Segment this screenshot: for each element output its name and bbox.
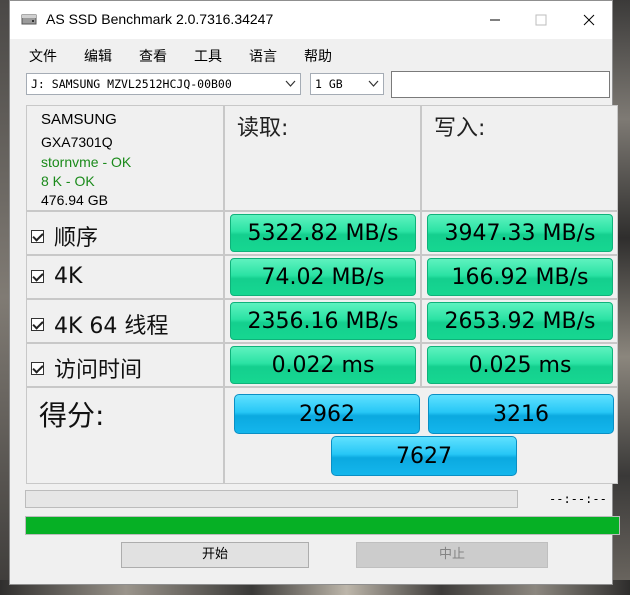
drive-info-cell: SAMSUNG GXA7301Q stornvme - OK 8 K - OK … <box>26 105 224 211</box>
row-4k64-read-cell: 2356.16 MB/s <box>224 299 421 343</box>
menu-edit[interactable]: 编辑 <box>84 46 112 66</box>
write-column-title: 写入: <box>434 116 486 141</box>
4k64-test-toggle[interactable]: 4K 64 线程 <box>31 308 168 340</box>
desktop-background-left <box>0 0 9 595</box>
menu-file[interactable]: 文件 <box>29 46 57 66</box>
maximize-button[interactable] <box>518 1 564 39</box>
window-title: AS SSD Benchmark 2.0.7316.34247 <box>46 11 274 27</box>
close-icon <box>583 14 595 26</box>
write-score: 3216 <box>428 394 614 434</box>
score-title: 得分: <box>39 399 105 432</box>
access-read-result: 0.022 ms <box>230 346 416 384</box>
checkbox-checked-icon[interactable] <box>31 270 44 283</box>
row-4k-read-cell: 74.02 MB/s <box>224 255 421 299</box>
close-button[interactable] <box>566 1 612 39</box>
score-label-cell: 得分: <box>26 387 224 484</box>
row-label: 访问时间 <box>54 358 143 383</box>
menu-help[interactable]: 帮助 <box>304 46 332 66</box>
sequential-test-toggle[interactable]: 顺序 <box>31 220 98 252</box>
test-size-select[interactable]: 1 GB <box>310 73 384 95</box>
access-write-result: 0.025 ms <box>427 346 613 384</box>
total-progress-bar <box>25 516 620 535</box>
title-bar[interactable]: AS SSD Benchmark 2.0.7316.34247 <box>10 1 612 39</box>
stop-button[interactable]: 中止 <box>356 542 548 568</box>
sequential-read-result: 5322.82 MB/s <box>230 214 416 252</box>
read-score: 2962 <box>234 394 420 434</box>
row-access-read-cell: 0.022 ms <box>224 343 421 387</box>
chevron-down-icon <box>368 80 379 87</box>
drive-vendor: SAMSUNG <box>41 111 117 128</box>
chevron-down-icon <box>285 80 296 87</box>
alignment-status: 8 K - OK <box>41 173 95 189</box>
minimize-icon <box>490 19 500 21</box>
row-sequential-label-cell: 顺序 <box>26 211 224 255</box>
menu-bar: 文件 编辑 查看 工具 语言 帮助 <box>10 39 612 69</box>
row-4k64-write-cell: 2653.92 MB/s <box>421 299 618 343</box>
checkbox-checked-icon[interactable] <box>31 361 44 375</box>
start-button[interactable]: 开始 <box>121 542 309 568</box>
menu-tools[interactable]: 工具 <box>194 46 222 66</box>
drive-select-value: J: SAMSUNG MZVL2512HCJQ-00B00 <box>31 77 232 91</box>
drive-app-icon <box>21 14 37 25</box>
4k-write-result: 166.92 MB/s <box>427 258 613 296</box>
sequential-write-result: 3947.33 MB/s <box>427 214 613 252</box>
checkbox-checked-icon[interactable] <box>31 229 44 243</box>
row-label: 4K 64 线程 <box>54 314 169 339</box>
test-progress-bar <box>25 490 518 508</box>
score-values-cell: 2962 3216 7627 <box>224 387 618 484</box>
row-label: 4K <box>54 264 83 289</box>
4k64-read-result: 2356.16 MB/s <box>230 302 416 340</box>
drive-select[interactable]: J: SAMSUNG MZVL2512HCJQ-00B00 <box>26 73 301 95</box>
driver-status: stornvme - OK <box>41 154 132 170</box>
menu-view[interactable]: 查看 <box>139 46 167 66</box>
row-access-write-cell: 0.025 ms <box>421 343 618 387</box>
4k-test-toggle[interactable]: 4K <box>31 264 82 289</box>
app-window: AS SSD Benchmark 2.0.7316.34247 文件 编辑 查看… <box>9 0 620 585</box>
total-progress-fill <box>26 517 619 534</box>
read-column-title: 读取: <box>237 116 289 141</box>
4k64-write-result: 2653.92 MB/s <box>427 302 613 340</box>
drive-capacity: 476.94 GB <box>41 192 108 208</box>
row-4k-label-cell: 4K <box>26 255 224 299</box>
row-access-label-cell: 访问时间 <box>26 343 224 387</box>
results-panel: SAMSUNG GXA7301Q stornvme - OK 8 K - OK … <box>26 105 618 485</box>
row-4k64-label-cell: 4K 64 线程 <box>26 299 224 343</box>
test-size-value: 1 GB <box>315 77 343 91</box>
maximize-icon <box>535 14 547 26</box>
access-time-test-toggle[interactable]: 访问时间 <box>31 352 142 384</box>
write-header-cell: 写入: <box>421 105 618 211</box>
checkbox-checked-icon[interactable] <box>31 317 44 331</box>
row-4k-write-cell: 166.92 MB/s <box>421 255 618 299</box>
4k-read-result: 74.02 MB/s <box>230 258 416 296</box>
total-score: 7627 <box>331 436 517 476</box>
read-header-cell: 读取: <box>224 105 421 211</box>
minimize-button[interactable] <box>472 1 518 39</box>
elapsed-time: --:--:-- <box>549 492 607 506</box>
drive-firmware: GXA7301Q <box>41 134 113 150</box>
menu-language[interactable]: 语言 <box>249 46 277 66</box>
row-label: 顺序 <box>54 226 99 251</box>
status-textbox[interactable] <box>391 71 610 98</box>
row-sequential-read-cell: 5322.82 MB/s <box>224 211 421 255</box>
row-sequential-write-cell: 3947.33 MB/s <box>421 211 618 255</box>
